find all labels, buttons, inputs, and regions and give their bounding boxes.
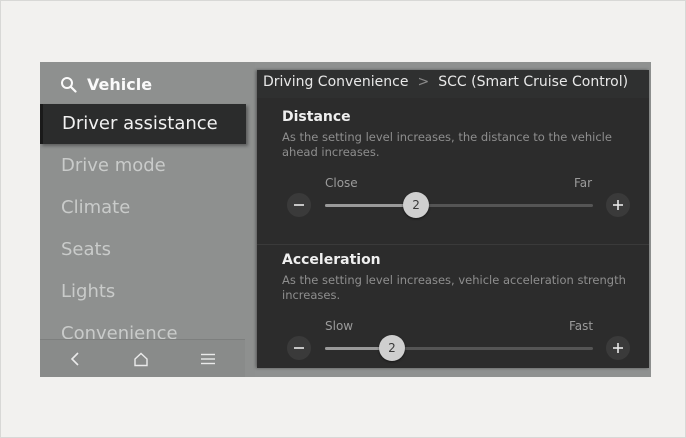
distance-slider-track[interactable]	[325, 204, 593, 207]
menu-button[interactable]	[194, 345, 222, 373]
breadcrumb-separator: >	[417, 74, 430, 90]
sidebar-item-lights[interactable]: Lights	[61, 281, 115, 302]
home-button[interactable]	[127, 345, 155, 373]
search-button[interactable]: Vehicle	[60, 72, 152, 96]
settings-panel: Driving Convenience > SCC (Smart Cruise Co…	[257, 70, 649, 368]
distance-slider-thumb[interactable]: 2	[403, 192, 430, 218]
screenshot-frame: Vehicle Driver assistance Drive mode Cli…	[0, 0, 686, 438]
distance-title: Distance	[282, 109, 351, 125]
back-button[interactable]	[61, 345, 89, 373]
acceleration-slider-thumb[interactable]: 2	[379, 335, 405, 361]
infotainment-screen: Vehicle Driver assistance Drive mode Cli…	[40, 62, 651, 377]
sidebar-item-label: Lights	[61, 281, 116, 302]
acceleration-title: Acceleration	[282, 252, 381, 268]
section-divider	[257, 244, 649, 245]
distance-increase-button[interactable]	[606, 193, 630, 217]
minus-icon	[294, 347, 304, 349]
back-icon	[70, 352, 79, 366]
sidebar-item-label: Drive mode	[61, 155, 166, 176]
distance-min-label: Close	[325, 176, 358, 190]
sidebar-item-driver-assistance[interactable]: Driver assistance	[40, 104, 246, 144]
breadcrumb-parent[interactable]: Driving Convenience	[263, 74, 408, 90]
sidebar-item-label: Seats	[61, 239, 111, 260]
acceleration-slider-track[interactable]	[325, 347, 593, 350]
distance-description: As the setting level increases, the dist…	[282, 130, 612, 159]
distance-max-label: Far	[574, 176, 593, 190]
sidebar-item-drive-mode[interactable]: Drive mode	[61, 155, 166, 176]
bottom-nav-bar	[40, 339, 245, 377]
minus-icon	[294, 204, 304, 206]
acceleration-description: As the setting level increases, vehicle …	[282, 273, 626, 302]
sidebar-item-climate[interactable]: Climate	[61, 197, 130, 218]
plus-icon	[613, 200, 623, 210]
home-icon	[134, 352, 148, 366]
acceleration-increase-button[interactable]	[606, 336, 630, 360]
sidebar-item-label: Climate	[61, 197, 131, 218]
breadcrumb-current: SCC (Smart Cruise Control)	[438, 74, 629, 90]
acceleration-min-label: Slow	[325, 319, 354, 333]
sidebar-item-seats[interactable]: Seats	[61, 239, 111, 260]
search-label: Vehicle	[87, 74, 153, 94]
distance-decrease-button[interactable]	[287, 193, 311, 217]
search-icon	[61, 76, 77, 93]
sidebar-item-label: Driver assistance	[62, 113, 218, 134]
breadcrumb: Driving Convenience > SCC (Smart Cruise Co…	[257, 70, 649, 98]
acceleration-max-label: Fast	[569, 319, 594, 333]
sidebar: Vehicle Driver assistance Drive mode Cli…	[40, 62, 255, 377]
plus-icon	[613, 343, 623, 353]
menu-icon	[201, 353, 215, 365]
acceleration-decrease-button[interactable]	[287, 336, 311, 360]
